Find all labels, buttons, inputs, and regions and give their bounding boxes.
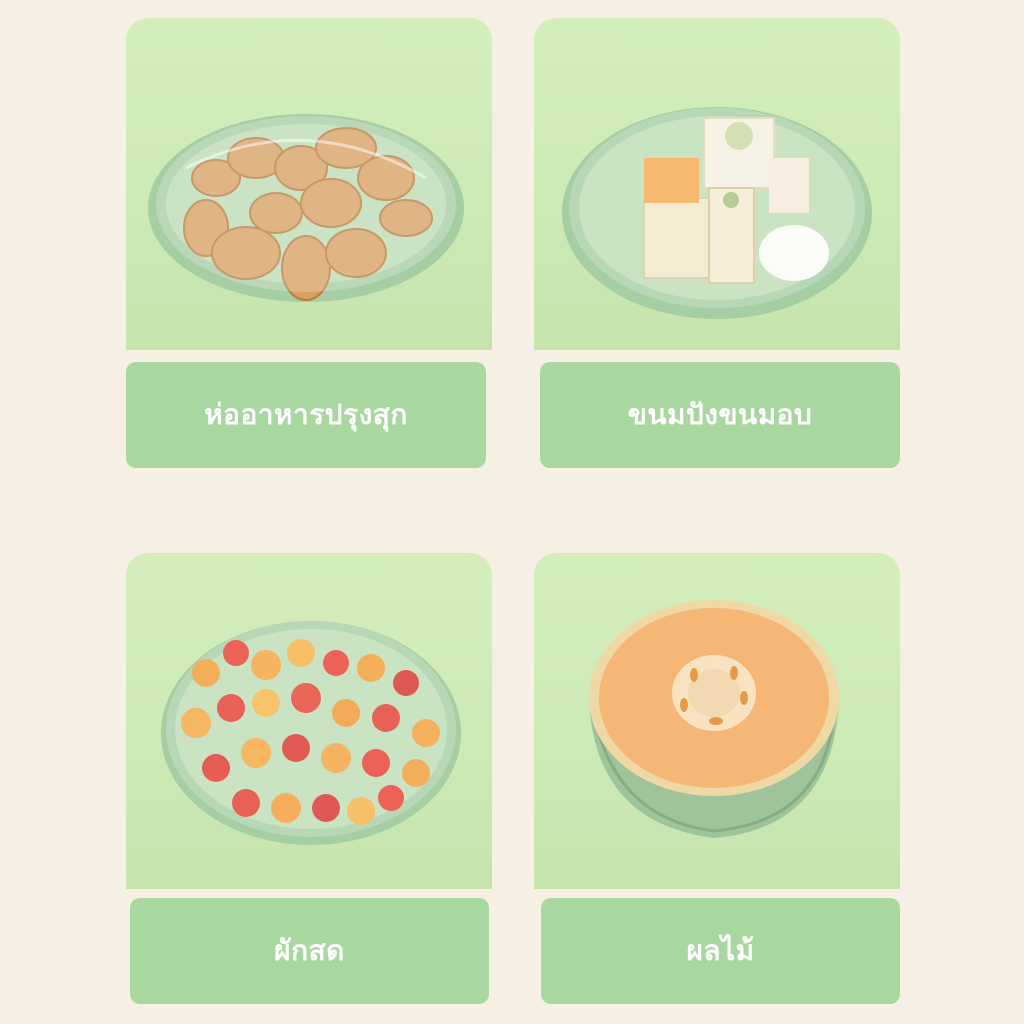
photo-vegetables [126, 553, 492, 889]
photo-cooked-food [126, 18, 492, 350]
cake-plate-icon [562, 107, 872, 319]
label-vegetables: ผักสด [130, 898, 489, 1004]
photo-bakery [534, 18, 900, 350]
label-bakery: ขนมปังขนมอบ [540, 362, 900, 468]
label-cooked-food: ห่ออาหารปรุงสุก [126, 362, 486, 468]
melon-icon [589, 600, 839, 838]
label-fruit: ผลไม้ [541, 898, 900, 1004]
tomato-plate-icon [161, 621, 461, 845]
photo-fruit [534, 553, 900, 889]
fried-chicken-plate-icon [148, 114, 464, 302]
